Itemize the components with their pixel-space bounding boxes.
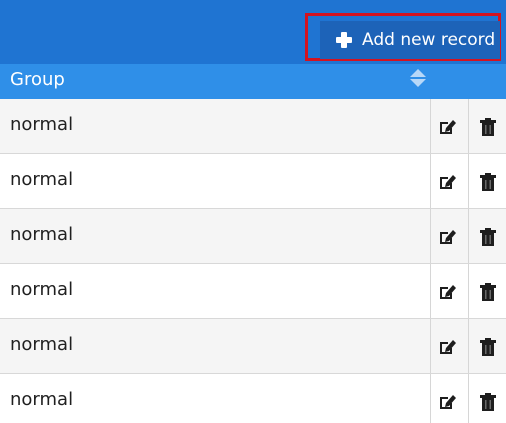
group-cell: normal (10, 334, 74, 355)
sort-down-arrow (410, 79, 426, 87)
sort-up-arrow (410, 69, 426, 77)
edit-icon[interactable] (438, 282, 458, 302)
trash-icon[interactable] (478, 117, 498, 137)
cell-divider (468, 374, 469, 423)
column-header-group[interactable]: Group (10, 71, 65, 89)
edit-icon[interactable] (438, 392, 458, 412)
trash-icon[interactable] (478, 282, 498, 302)
cell-divider (430, 99, 431, 153)
group-cell: normal (10, 224, 74, 245)
group-cell: normal (10, 389, 74, 410)
cell-divider (430, 374, 431, 423)
edit-icon[interactable] (438, 172, 458, 192)
edit-icon[interactable] (438, 227, 458, 247)
grid-body: normal normal normal normal normal norma… (0, 99, 506, 423)
group-cell: normal (10, 279, 74, 300)
cell-divider (468, 264, 469, 318)
trash-icon[interactable] (478, 227, 498, 247)
trash-icon[interactable] (478, 172, 498, 192)
data-grid: Add new record Group normal normal norma… (0, 0, 506, 423)
group-cell: normal (10, 169, 74, 190)
grid-header-row: Group (0, 64, 506, 99)
cell-divider (430, 319, 431, 373)
cell-divider (430, 264, 431, 318)
plus-icon (336, 32, 352, 48)
trash-icon[interactable] (478, 337, 498, 357)
edit-icon[interactable] (438, 117, 458, 137)
trash-icon[interactable] (478, 392, 498, 412)
cell-divider (468, 154, 469, 208)
group-cell: normal (10, 114, 74, 135)
table-row: normal (0, 209, 506, 264)
table-row: normal (0, 154, 506, 209)
table-row: normal (0, 99, 506, 154)
cell-divider (430, 154, 431, 208)
add-new-record-label: Add new record (362, 29, 496, 50)
table-row: normal (0, 319, 506, 374)
edit-icon[interactable] (438, 337, 458, 357)
sort-icon[interactable] (410, 67, 426, 93)
table-row: normal (0, 374, 506, 423)
cell-divider (468, 99, 469, 153)
add-new-record-button[interactable]: Add new record (320, 21, 500, 59)
cell-divider (468, 209, 469, 263)
table-row: normal (0, 264, 506, 319)
cell-divider (468, 319, 469, 373)
cell-divider (430, 209, 431, 263)
